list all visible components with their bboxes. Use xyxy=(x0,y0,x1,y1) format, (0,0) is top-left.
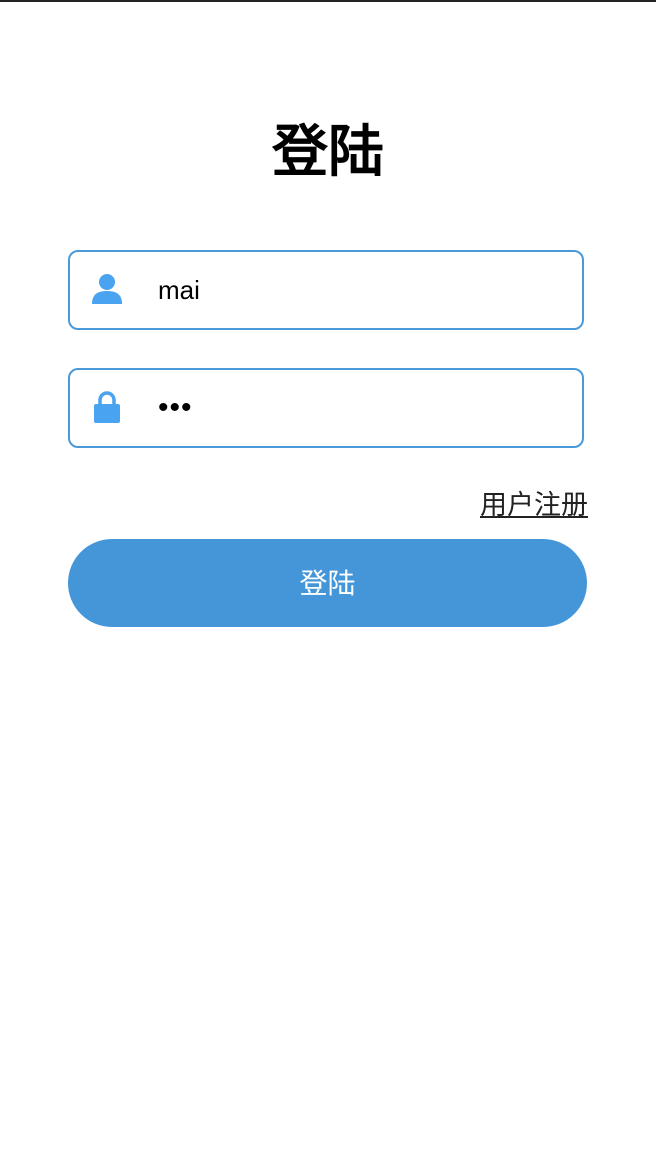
login-button[interactable]: 登陆 xyxy=(68,539,587,627)
username-field[interactable]: mai xyxy=(68,250,584,330)
password-field[interactable]: ••• xyxy=(68,368,584,448)
username-value[interactable]: mai xyxy=(158,252,200,328)
top-border-line xyxy=(0,0,656,2)
register-link[interactable]: 用户注册 xyxy=(480,486,588,526)
user-icon xyxy=(90,272,124,308)
password-value[interactable]: ••• xyxy=(158,370,193,446)
page-title: 登陆 xyxy=(272,120,384,185)
lock-icon xyxy=(90,390,124,426)
